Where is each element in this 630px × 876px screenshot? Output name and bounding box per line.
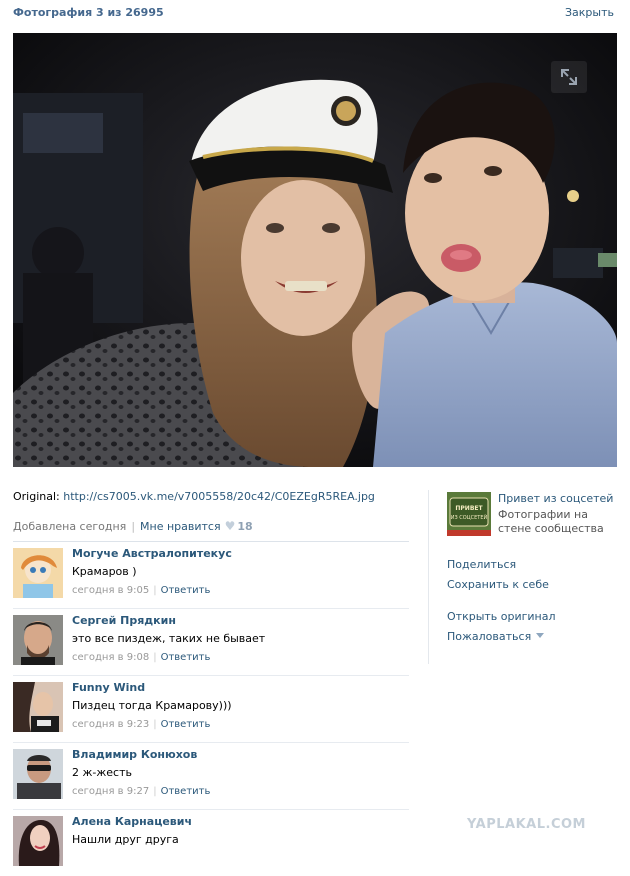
comment-text: Нашли друг друга [72, 833, 179, 846]
comment-item: Владимир Конюхов 2 ж-жесть сегодня в 9:2… [13, 743, 409, 810]
expand-icon [561, 69, 577, 85]
comment-item: Сергей Прядкин это все пиздеж, таких не … [13, 609, 409, 676]
comment-item: Могуче Австралопитекус Крамаров ) сегодн… [13, 542, 409, 609]
avatar-image [13, 682, 63, 732]
comment-time[interactable]: сегодня в 9:27 [72, 786, 149, 797]
comment-author[interactable]: Сергей Прядкин [72, 614, 409, 629]
chevron-down-icon [536, 633, 545, 638]
reply-link[interactable]: Ответить [161, 719, 211, 730]
photo-counter: Фотография 3 из 26995 [13, 6, 164, 19]
report-menu[interactable]: Пожаловаться [447, 630, 617, 650]
album-thumbnail[interactable]: ПРИВЕТ ИЗ СОЦСЕТЕЙ [447, 492, 491, 536]
avatar-image [13, 749, 63, 799]
report-label: Пожаловаться [447, 630, 532, 643]
album-thumb-label-1: ПРИВЕТ [455, 505, 483, 512]
avatar[interactable] [13, 682, 63, 732]
comments-list: Могуче Австралопитекус Крамаров ) сегодн… [13, 542, 409, 876]
main-photo[interactable] [13, 33, 617, 467]
avatar-image [13, 816, 63, 866]
comment-text: Пиздец тогда Крамарову))) [72, 699, 232, 712]
save-link[interactable]: Сохранить к себе [447, 578, 617, 598]
like-button[interactable]: Мне нравится [140, 520, 221, 533]
original-label: Original: [13, 490, 60, 503]
avatar[interactable] [13, 548, 63, 598]
photo-sidebar: ПРИВЕТ ИЗ СОЦСЕТЕЙ Привет из соцсетей Фо… [447, 490, 617, 650]
photo-actions: Поделиться Сохранить к себе Открыть ориг… [447, 558, 617, 650]
album-title[interactable]: Привет из соцсетей [498, 492, 617, 505]
photo-info: Original: http://cs7005.vk.me/v7005558/2… [13, 490, 409, 876]
comment-item: Funny Wind Пиздец тогда Крамарову))) сег… [13, 676, 409, 743]
comment-time[interactable]: сегодня в 9:08 [72, 652, 149, 663]
photo-meta: Добавлена сегодня | Мне нравится ♥ 18 [13, 519, 253, 533]
avatar[interactable] [13, 749, 63, 799]
comment-author[interactable]: Алена Карнацевич [72, 815, 409, 830]
reply-link[interactable]: Ответить [161, 652, 211, 663]
avatar[interactable] [13, 816, 63, 866]
avatar[interactable] [13, 615, 63, 665]
viewer-header: Фотография 3 из 26995 Закрыть [0, 0, 630, 26]
comment-text: это все пиздеж, таких не бывает [72, 632, 266, 645]
heart-icon[interactable]: ♥ [225, 519, 236, 533]
original-line: Original: http://cs7005.vk.me/v7005558/2… [13, 490, 409, 506]
comment-author[interactable]: Владимир Конюхов [72, 748, 409, 763]
reply-link[interactable]: Ответить [161, 786, 211, 797]
avatar-image [13, 548, 63, 598]
original-link[interactable]: http://cs7005.vk.me/v7005558/20c42/C0EZE… [63, 490, 375, 503]
album-thumb-image: ПРИВЕТ ИЗ СОЦСЕТЕЙ [447, 492, 491, 536]
reply-link[interactable]: Ответить [161, 585, 211, 596]
comment-text: 2 ж-жесть [72, 766, 132, 779]
watermark: YAPLAKAL.COM [467, 817, 586, 832]
like-count: 18 [237, 520, 253, 533]
fullscreen-button[interactable] [551, 61, 587, 93]
comment-item: Алена Карнацевич Нашли друг друга [13, 810, 409, 876]
avatar-image [13, 615, 63, 665]
photo-image [13, 33, 617, 467]
comment-author[interactable]: Funny Wind [72, 681, 409, 696]
album-block[interactable]: ПРИВЕТ ИЗ СОЦСЕТЕЙ Привет из соцсетей Фо… [447, 490, 617, 540]
column-divider [428, 490, 429, 664]
comment-time[interactable]: сегодня в 9:05 [72, 585, 149, 596]
album-subtitle: Фотографии на стене сообщества [498, 508, 604, 535]
comment-author[interactable]: Могуче Австралопитекус [72, 547, 409, 562]
close-link[interactable]: Закрыть [565, 6, 614, 19]
album-thumb-label-2: ИЗ СОЦСЕТЕЙ [451, 514, 488, 521]
comment-text: Крамаров ) [72, 565, 137, 578]
share-link[interactable]: Поделиться [447, 558, 617, 578]
comment-time[interactable]: сегодня в 9:23 [72, 719, 149, 730]
open-original-link[interactable]: Открыть оригинал [447, 610, 617, 630]
added-date: Добавлена сегодня [13, 520, 127, 533]
